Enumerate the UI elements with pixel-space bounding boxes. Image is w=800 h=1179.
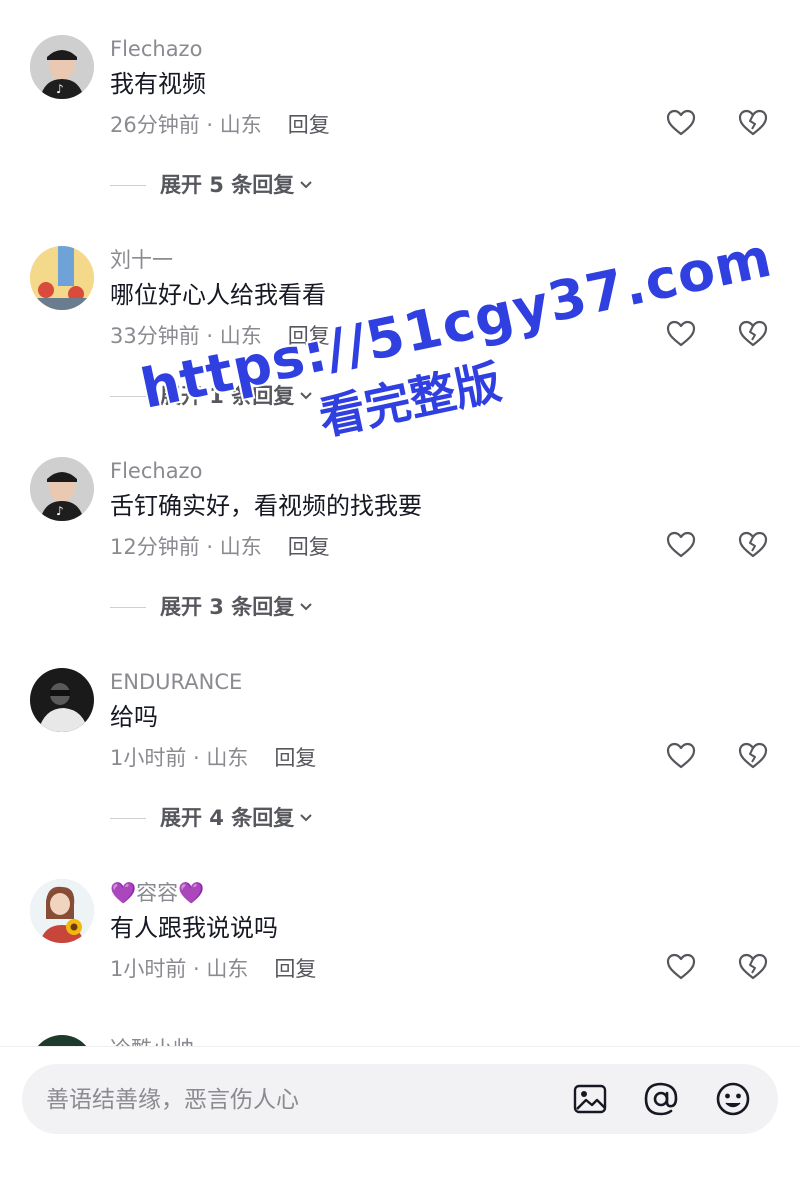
reply-button[interactable]: 回复	[288, 321, 330, 351]
comment-time-location: 33分钟前 · 山东	[110, 324, 262, 348]
comment-item: ♪ Flechazo 舌钉确实好，看视频的找我要 12分钟前 · 山东 回复 展开…	[0, 457, 800, 668]
divider-line	[110, 817, 146, 819]
broken-heart-icon[interactable]	[737, 529, 769, 561]
comment-time-location: 12分钟前 · 山东	[110, 535, 262, 559]
comment-meta: 1小时前 · 山东 回复	[110, 743, 316, 773]
heart-icon[interactable]	[665, 107, 697, 139]
broken-heart-icon[interactable]	[737, 951, 769, 983]
comment-time-location: 1小时前 · 山东	[110, 957, 249, 981]
reply-button[interactable]: 回复	[274, 743, 316, 773]
svg-text:♪: ♪	[56, 504, 64, 518]
at-icon[interactable]	[643, 1081, 679, 1117]
chevron-down-icon	[300, 603, 312, 611]
comment-username[interactable]: Flechazo	[110, 35, 202, 63]
comment-username[interactable]: ENDURANCE	[110, 668, 242, 696]
comment-text: 给吗	[110, 703, 158, 731]
avatar[interactable]	[30, 246, 94, 310]
broken-heart-icon[interactable]	[737, 318, 769, 350]
expand-replies-button[interactable]: 展开 3 条回复	[110, 592, 314, 622]
comment-text: 我有视频	[110, 70, 206, 98]
broken-heart-icon[interactable]	[737, 107, 769, 139]
expand-replies-label: 展开 4 条回复	[160, 806, 295, 830]
comment-meta: 12分钟前 · 山东 回复	[110, 532, 330, 562]
divider-line	[110, 184, 146, 186]
comment-time-location: 1小时前 · 山东	[110, 746, 249, 770]
avatar[interactable]	[30, 879, 94, 943]
expand-replies-button[interactable]: 展开 4 条回复	[110, 803, 314, 833]
comment-item: ENDURANCE 给吗 1小时前 · 山东 回复 展开 4 条回复	[0, 668, 800, 879]
avatar[interactable]: ♪	[30, 35, 94, 99]
comment-text: 哪位好心人给我看看	[110, 281, 326, 309]
expand-replies-label: 展开 3 条回复	[160, 595, 295, 619]
avatar[interactable]: ♪	[30, 457, 94, 521]
comment-username[interactable]: Flechazo	[110, 457, 202, 485]
comment-item: ♪ Flechazo 我有视频 26分钟前 · 山东 回复 展开 5 条回复	[0, 35, 800, 246]
comment-meta: 26分钟前 · 山东 回复	[110, 110, 330, 140]
comment-meta: 33分钟前 · 山东 回复	[110, 321, 330, 351]
avatar[interactable]	[30, 668, 94, 732]
chevron-down-icon	[300, 181, 312, 189]
heart-icon[interactable]	[665, 318, 697, 350]
comment-input[interactable]	[44, 1064, 528, 1136]
heart-icon[interactable]	[665, 951, 697, 983]
expand-replies-label: 展开 1 条回复	[160, 384, 295, 408]
comment-username[interactable]: 💜容容💜	[110, 879, 204, 907]
comment-text: 舌钉确实好，看视频的找我要	[110, 492, 422, 520]
image-icon[interactable]	[572, 1081, 608, 1117]
expand-replies-button[interactable]: 展开 1 条回复	[110, 381, 314, 411]
expand-replies-button[interactable]: 展开 5 条回复	[110, 170, 314, 200]
heart-icon[interactable]	[665, 529, 697, 561]
expand-replies-label: 展开 5 条回复	[160, 173, 295, 197]
comment-text: 有人跟我说说吗	[110, 914, 278, 942]
divider-line	[110, 395, 146, 397]
reply-button[interactable]: 回复	[288, 110, 330, 140]
comment-item: 刘十一 哪位好心人给我看看 33分钟前 · 山东 回复 展开 1 条回复	[0, 246, 800, 457]
reply-button[interactable]: 回复	[274, 954, 316, 984]
comment-meta: 1小时前 · 山东 回复	[110, 954, 316, 984]
heart-icon[interactable]	[665, 740, 697, 772]
chevron-down-icon	[300, 392, 312, 400]
svg-text:♪: ♪	[56, 82, 64, 96]
reply-button[interactable]: 回复	[288, 532, 330, 562]
comment-input-box[interactable]	[22, 1064, 778, 1136]
chevron-down-icon	[300, 814, 312, 822]
comment-input-bar	[0, 1046, 800, 1179]
comment-time-location: 26分钟前 · 山东	[110, 113, 262, 137]
comment-username[interactable]: 刘十一	[110, 246, 173, 274]
emoji-icon[interactable]	[715, 1081, 751, 1117]
broken-heart-icon[interactable]	[737, 740, 769, 772]
divider-line	[110, 606, 146, 608]
